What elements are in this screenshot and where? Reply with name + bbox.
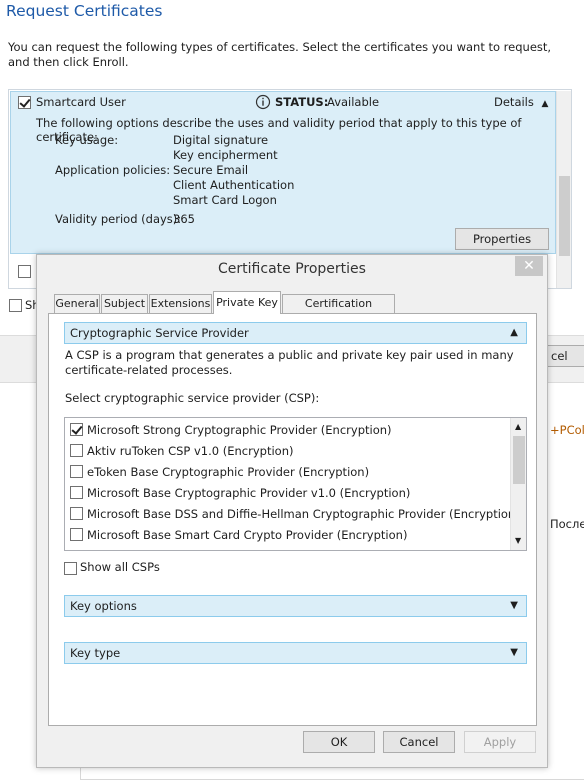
app-policy-value: Secure Email [173,163,249,177]
second-certificate-checkbox[interactable] [18,264,31,278]
csp-name: eToken Base Cryptographic Provider (Encr… [87,465,370,479]
key-options-header[interactable]: Key options ▼ [64,595,527,617]
tab-private-key[interactable]: Private Key [213,291,281,314]
csp-item[interactable]: Microsoft Base Cryptographic Provider v1… [70,484,410,502]
csp-item[interactable]: Microsoft Strong Cryptographic Provider … [70,421,392,439]
background-text-partial: +PColl [550,423,584,437]
csp-select-label: Select cryptographic service provider (C… [65,391,320,405]
csp-checkbox[interactable] [70,507,83,520]
show-all-checkbox[interactable] [9,298,22,312]
csp-section-title: Cryptographic Service Provider [70,326,249,340]
certificate-list-scrollbar[interactable] [556,91,571,288]
close-icon: ✕ [523,258,535,274]
checkbox-unchecked-icon [64,562,77,575]
tab-general[interactable]: General [54,294,100,313]
close-button[interactable]: ✕ [515,256,543,276]
csp-name: Aktiv ruToken CSP v1.0 (Encryption) [87,444,294,458]
csp-item[interactable]: Microsoft Base Smart Card Crypto Provide… [70,526,407,544]
csp-checkbox[interactable] [70,423,83,436]
key-options-title: Key options [70,599,137,613]
page-title: Request Certificates [6,2,163,20]
key-usage-value: Key encipherment [173,148,278,162]
certificate-description: The following options describe the uses … [36,116,522,144]
csp-item[interactable]: Microsoft Base DSS and Diffie-Hellman Cr… [70,505,520,523]
csp-description: A CSP is a program that generates a publ… [65,348,514,377]
certificate-name: Smartcard User [36,95,126,109]
ok-button[interactable]: OK [303,731,375,753]
info-icon [255,94,271,110]
key-type-header[interactable]: Key type ▼ [64,642,527,664]
key-type-title: Key type [70,646,121,660]
background-text-partial: После [550,517,584,531]
csp-item[interactable]: eToken Base Cryptographic Provider (Encr… [70,463,369,481]
chevron-down-icon: ▼ [510,600,518,611]
certificate-checkbox[interactable] [18,95,31,109]
intro-text: You can request the following types of c… [8,40,552,69]
scrollbar-thumb[interactable] [513,436,525,484]
csp-name: Microsoft Strong Cryptographic Provider … [87,423,392,437]
certificate-properties-dialog: Certificate Properties ✕ General Subject… [36,254,548,768]
status-label: STATUS: [275,95,329,109]
scroll-up-icon[interactable]: ▲ [515,422,521,431]
csp-checkbox[interactable] [70,486,83,499]
scrollbar-thumb[interactable] [559,176,570,256]
show-all-csps-label: Show all CSPs [80,560,160,574]
show-all-csps-checkbox[interactable] [64,561,77,575]
csp-checkbox[interactable] [70,444,83,457]
checkbox-unchecked-icon [9,299,22,312]
csp-list[interactable]: Microsoft Strong Cryptographic Provider … [64,417,527,551]
key-usage-value: Digital signature [173,133,269,147]
csp-name: Microsoft Base Cryptographic Provider v1… [87,486,411,500]
app-policies-label: Application policies: [55,163,171,177]
csp-section-header[interactable]: Cryptographic Service Provider ▲ [64,322,527,344]
details-toggle[interactable]: Details ▲ [494,95,548,109]
csp-item[interactable]: Aktiv ruToken CSP v1.0 (Encryption) [70,442,293,460]
csp-name: Microsoft Base Smart Card Crypto Provide… [87,528,408,542]
checkbox-checked-icon [18,96,31,109]
status-value: Available [327,95,380,109]
csp-list-scrollbar[interactable]: ▲ ▼ [510,418,526,550]
apply-button[interactable]: Apply [464,731,536,753]
scroll-down-icon[interactable]: ▼ [515,536,521,545]
csp-name: Microsoft Base DSS and Diffie-Hellman Cr… [87,507,520,521]
tab-certification-authority[interactable]: Certification Authority [282,294,395,327]
properties-button[interactable]: Properties [455,228,549,250]
key-usage-label: Key usage: [55,133,119,147]
csp-checkbox[interactable] [70,528,83,541]
chevron-up-icon: ▲ [541,99,549,109]
validity-value: 365 [173,212,195,226]
csp-checkbox[interactable] [70,465,83,478]
chevron-down-icon: ▼ [510,647,518,658]
app-policy-value: Client Authentication [173,178,295,192]
cancel-button[interactable]: Cancel [383,731,455,753]
checkbox-unchecked-icon [18,265,31,278]
dialog-title: Certificate Properties [218,261,366,277]
chevron-up-icon: ▲ [510,327,518,338]
details-label: Details [494,95,534,109]
tab-subject[interactable]: Subject [101,294,148,313]
validity-label: Validity period (days): [55,212,182,226]
app-policy-value: Smart Card Logon [173,193,277,207]
private-key-panel: Cryptographic Service Provider ▲ A CSP i… [48,313,537,726]
tab-extensions[interactable]: Extensions [149,294,212,313]
